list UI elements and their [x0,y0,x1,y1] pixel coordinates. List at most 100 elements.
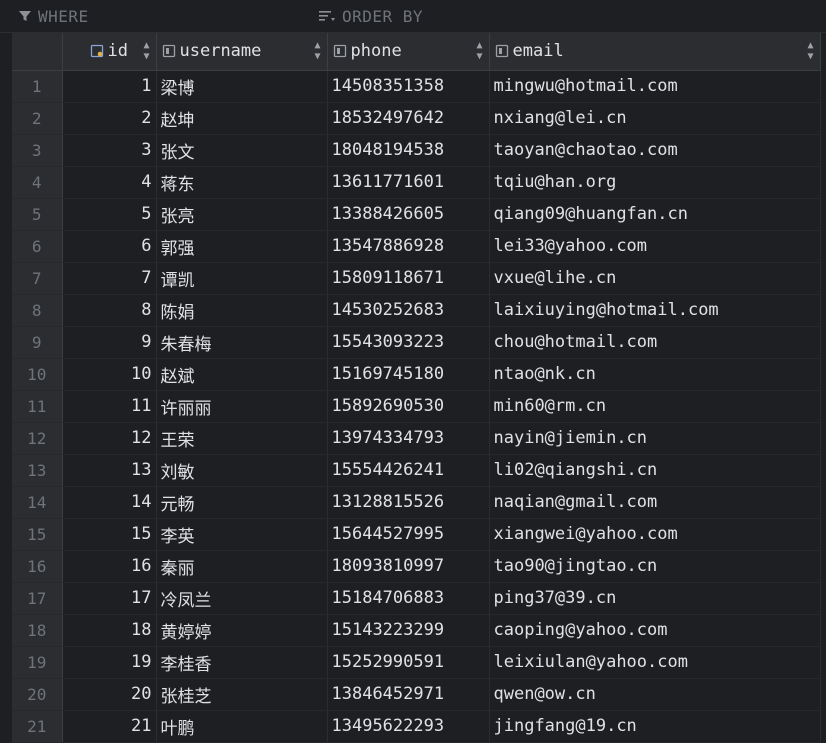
id-cell[interactable]: 1 [62,70,157,103]
id-cell[interactable]: 3 [62,134,157,167]
phone-cell[interactable]: 15644527995 [327,518,490,551]
id-cell[interactable]: 13 [62,454,157,487]
column-header-username[interactable]: username ▲ ▼ [156,33,328,71]
phone-cell[interactable]: 18048194538 [327,134,490,167]
email-cell[interactable]: laixiuying@hotmail.com [489,294,821,327]
column-header-email[interactable]: email ▲ ▼ [489,33,821,71]
phone-cell[interactable]: 15554426241 [327,454,490,487]
email-cell[interactable]: tqiu@han.org [489,166,821,199]
row-number-cell[interactable]: 8 [12,294,63,327]
row-number-cell[interactable]: 13 [12,454,63,487]
table-row[interactable]: 6 6 郭强 13547886928 lei33@yahoo.com [12,230,821,263]
id-cell[interactable]: 5 [62,198,157,231]
email-cell[interactable]: min60@rm.cn [489,390,821,423]
id-cell[interactable]: 7 [62,262,157,295]
phone-cell[interactable]: 15184706883 [327,582,490,615]
phone-cell[interactable]: 13547886928 [327,230,490,263]
phone-cell[interactable]: 15892690530 [327,390,490,423]
column-header-phone[interactable]: phone ▲ ▼ [327,33,490,71]
row-number-cell[interactable]: 17 [12,582,63,615]
table-row[interactable]: 21 21 叶鹏 13495622293 jingfang@19.cn [12,710,821,743]
username-cell[interactable]: 朱春梅 [156,326,328,359]
id-cell[interactable]: 8 [62,294,157,327]
row-number-cell[interactable]: 10 [12,358,63,391]
username-cell[interactable]: 郭强 [156,230,328,263]
username-cell[interactable]: 陈娟 [156,294,328,327]
username-cell[interactable]: 张文 [156,134,328,167]
username-cell[interactable]: 赵坤 [156,102,328,135]
email-cell[interactable]: naqian@gmail.com [489,486,821,519]
row-number-cell[interactable]: 12 [12,422,63,455]
table-row[interactable]: 7 7 谭凯 15809118671 vxue@lihe.cn [12,262,821,295]
row-number-cell[interactable]: 7 [12,262,63,295]
orderby-filter[interactable]: ORDER BY [318,0,423,32]
table-row[interactable]: 20 20 张桂芝 13846452971 qwen@ow.cn [12,678,821,711]
id-cell[interactable]: 2 [62,102,157,135]
email-cell[interactable]: leixiulan@yahoo.com [489,646,821,679]
row-number-cell[interactable]: 15 [12,518,63,551]
username-cell[interactable]: 谭凯 [156,262,328,295]
email-cell[interactable]: qwen@ow.cn [489,678,821,711]
table-row[interactable]: 2 2 赵坤 18532497642 nxiang@lei.cn [12,102,821,135]
email-cell[interactable]: xiangwei@yahoo.com [489,518,821,551]
username-cell[interactable]: 刘敏 [156,454,328,487]
id-cell[interactable]: 16 [62,550,157,583]
phone-cell[interactable]: 18532497642 [327,102,490,135]
phone-cell[interactable]: 14530252683 [327,294,490,327]
row-number-cell[interactable]: 9 [12,326,63,359]
phone-cell[interactable]: 13388426605 [327,198,490,231]
row-number-cell[interactable]: 2 [12,102,63,135]
table-row[interactable]: 5 5 张亮 13388426605 qiang09@huangfan.cn [12,198,821,231]
row-number-cell[interactable]: 1 [12,70,63,103]
username-cell[interactable]: 张亮 [156,198,328,231]
username-cell[interactable]: 李桂香 [156,646,328,679]
username-cell[interactable]: 张桂芝 [156,678,328,711]
table-row[interactable]: 15 15 李英 15644527995 xiangwei@yahoo.com [12,518,821,551]
table-row[interactable]: 3 3 张文 18048194538 taoyan@chaotao.com [12,134,821,167]
id-cell[interactable]: 14 [62,486,157,519]
id-cell[interactable]: 10 [62,358,157,391]
email-cell[interactable]: lei33@yahoo.com [489,230,821,263]
where-filter[interactable]: WHERE [18,0,89,32]
table-row[interactable]: 9 9 朱春梅 15543093223 chou@hotmail.com [12,326,821,359]
table-row[interactable]: 11 11 许丽丽 15892690530 min60@rm.cn [12,390,821,423]
sort-toggle-icon[interactable]: ▲ ▼ [476,40,482,62]
id-cell[interactable]: 11 [62,390,157,423]
username-cell[interactable]: 元畅 [156,486,328,519]
id-cell[interactable]: 12 [62,422,157,455]
email-cell[interactable]: li02@qiangshi.cn [489,454,821,487]
phone-cell[interactable]: 15169745180 [327,358,490,391]
table-row[interactable]: 8 8 陈娟 14530252683 laixiuying@hotmail.com [12,294,821,327]
email-cell[interactable]: ntao@nk.cn [489,358,821,391]
row-number-cell[interactable]: 6 [12,230,63,263]
table-row[interactable]: 16 16 秦丽 18093810997 tao90@jingtao.cn [12,550,821,583]
phone-cell[interactable]: 15252990591 [327,646,490,679]
phone-cell[interactable]: 13974334793 [327,422,490,455]
id-cell[interactable]: 9 [62,326,157,359]
username-cell[interactable]: 许丽丽 [156,390,328,423]
table-row[interactable]: 4 4 蒋东 13611771601 tqiu@han.org [12,166,821,199]
table-row[interactable]: 18 18 黄婷婷 15143223299 caoping@yahoo.com [12,614,821,647]
row-number-cell[interactable]: 11 [12,390,63,423]
sort-toggle-icon[interactable]: ▲ ▼ [807,40,813,62]
id-cell[interactable]: 19 [62,646,157,679]
sort-toggle-icon[interactable]: ▲ ▼ [143,40,149,62]
email-cell[interactable]: mingwu@hotmail.com [489,70,821,103]
phone-cell[interactable]: 13611771601 [327,166,490,199]
id-cell[interactable]: 17 [62,582,157,615]
username-cell[interactable]: 赵斌 [156,358,328,391]
username-cell[interactable]: 李英 [156,518,328,551]
id-cell[interactable]: 4 [62,166,157,199]
table-row[interactable]: 14 14 元畅 13128815526 naqian@gmail.com [12,486,821,519]
username-cell[interactable]: 秦丽 [156,550,328,583]
phone-cell[interactable]: 13128815526 [327,486,490,519]
row-number-cell[interactable]: 20 [12,678,63,711]
id-cell[interactable]: 21 [62,710,157,743]
table-row[interactable]: 10 10 赵斌 15169745180 ntao@nk.cn [12,358,821,391]
row-number-cell[interactable]: 16 [12,550,63,583]
phone-cell[interactable]: 13846452971 [327,678,490,711]
email-cell[interactable]: caoping@yahoo.com [489,614,821,647]
email-cell[interactable]: tao90@jingtao.cn [489,550,821,583]
id-cell[interactable]: 18 [62,614,157,647]
row-number-cell[interactable]: 18 [12,614,63,647]
